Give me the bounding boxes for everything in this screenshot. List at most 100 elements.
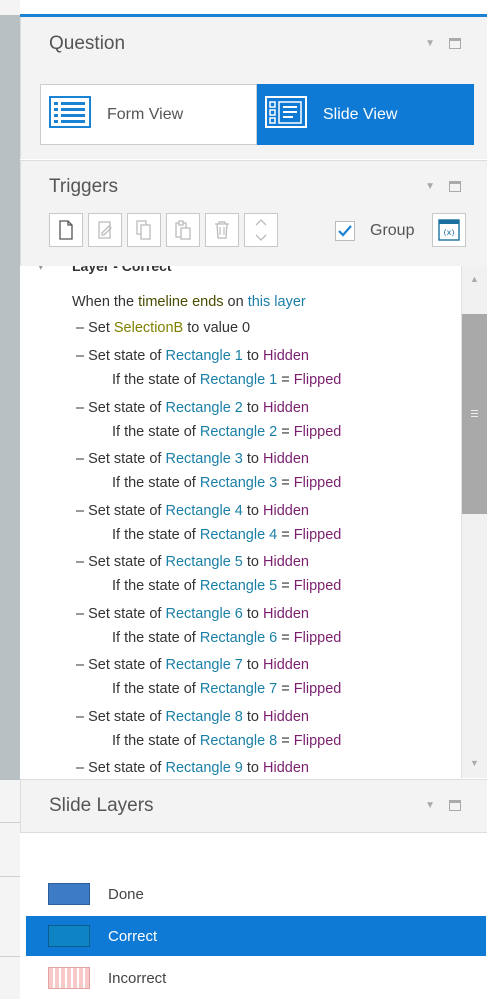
variables-button[interactable]: (x) <box>432 213 466 247</box>
paste-trigger-button[interactable] <box>166 213 200 247</box>
object-name: Rectangle 9 <box>165 760 243 776</box>
text: = <box>277 578 294 594</box>
text: – Set state of <box>76 657 166 673</box>
slide-view-label: Slide View <box>323 105 398 123</box>
move-up-icon[interactable] <box>254 218 268 226</box>
float-window-icon[interactable] <box>449 181 461 192</box>
layer-item-incorrect[interactable]: Incorrect <box>26 958 486 998</box>
text: – Set state of <box>76 709 166 725</box>
copy-icon <box>136 220 151 240</box>
state-name: Hidden <box>263 709 309 725</box>
text: – Set state of <box>76 554 166 570</box>
form-view-button[interactable]: Form View <box>40 84 257 145</box>
object-name: Rectangle 8 <box>165 709 243 725</box>
delete-trigger-button[interactable] <box>205 213 239 247</box>
form-view-label: Form View <box>107 105 184 123</box>
layer-item-done[interactable]: Done <box>26 874 486 914</box>
trigger-action-line[interactable]: – Set state of Rectangle 4 to Hidden <box>76 503 309 519</box>
object-name: Rectangle 2 <box>199 424 278 440</box>
text: = <box>277 372 294 388</box>
collapse-caret-icon[interactable]: ▼ <box>425 800 435 811</box>
object-name: Rectangle 7 <box>199 681 278 697</box>
trigger-condition-line[interactable]: If the state of Rectangle 7 = Flipped <box>112 681 341 697</box>
trigger-condition-line[interactable]: If the state of Rectangle 8 = Flipped <box>112 733 341 749</box>
group-checkbox[interactable] <box>335 221 355 241</box>
slide-layers-controls: ▼ <box>425 800 461 811</box>
text: to <box>242 503 264 519</box>
trigger-condition-line[interactable]: If the state of Rectangle 1 = Flipped <box>112 372 341 388</box>
trigger-action-line[interactable]: – Set state of Rectangle 3 to Hidden <box>76 451 309 467</box>
state-name: Flipped <box>293 475 342 491</box>
object-name: Rectangle 1 <box>199 372 278 388</box>
state-name: Hidden <box>263 451 309 467</box>
state-name: Flipped <box>293 578 342 594</box>
text: – Set state of <box>76 760 166 776</box>
text: If the state of <box>112 630 200 646</box>
trigger-action-line[interactable]: – Set SelectionB to value 0 <box>76 320 250 336</box>
slide-view-button[interactable]: Slide View <box>257 84 474 145</box>
text: on <box>223 294 248 310</box>
trigger-condition-line[interactable]: If the state of Rectangle 4 = Flipped <box>112 527 341 543</box>
object-name: Rectangle 7 <box>165 657 243 673</box>
triggers-panel-title: Triggers <box>49 176 118 197</box>
trigger-condition-line[interactable]: If the state of Rectangle 6 = Flipped <box>112 630 341 646</box>
collapse-caret-icon[interactable]: ▼ <box>425 181 435 192</box>
object-name: Rectangle 2 <box>165 400 243 416</box>
float-window-icon[interactable] <box>449 38 461 49</box>
new-trigger-button[interactable] <box>49 213 83 247</box>
state-name: Flipped <box>293 424 342 440</box>
trigger-list-scrollbar[interactable]: ▲ ▼ <box>461 266 487 778</box>
section-header: Layer - Correct <box>72 266 172 274</box>
trigger-condition-line[interactable]: If the state of Rectangle 5 = Flipped <box>112 578 341 594</box>
text: = <box>277 527 294 543</box>
trigger-action-line[interactable]: – Set state of Rectangle 9 to Hidden <box>76 760 309 776</box>
trigger-action-line[interactable]: – Set state of Rectangle 8 to Hidden <box>76 709 309 725</box>
trigger-condition-line[interactable]: If the state of Rectangle 2 = Flipped <box>112 424 341 440</box>
new-document-icon <box>59 220 73 240</box>
edit-trigger-button[interactable] <box>88 213 122 247</box>
text: – Set state of <box>76 606 166 622</box>
divider <box>0 956 20 957</box>
move-trigger-buttons[interactable] <box>244 213 278 247</box>
scroll-down-icon[interactable]: ▼ <box>470 758 479 768</box>
object-name: Rectangle 8 <box>199 733 278 749</box>
trigger-event-line[interactable]: When the timeline ends on this layer <box>72 294 306 310</box>
trigger-action-line[interactable]: – Set state of Rectangle 5 to Hidden <box>76 554 309 570</box>
trigger-action-line[interactable]: – Set state of Rectangle 7 to Hidden <box>76 657 309 673</box>
section-caret-icon[interactable]: ▾ <box>38 266 44 273</box>
text: to <box>242 709 264 725</box>
checkmark-icon <box>338 225 352 237</box>
question-panel-controls: ▼ <box>425 38 461 49</box>
state-name: Flipped <box>293 527 342 543</box>
text: If the state of <box>112 681 200 697</box>
trigger-condition-line[interactable]: If the state of Rectangle 3 = Flipped <box>112 475 341 491</box>
text: to <box>242 451 264 467</box>
trash-icon <box>215 221 229 239</box>
move-down-icon[interactable] <box>254 234 268 242</box>
event-name: timeline ends <box>138 294 224 310</box>
object-name: Rectangle 6 <box>165 606 243 622</box>
trigger-action-line[interactable]: – Set state of Rectangle 1 to Hidden <box>76 348 309 364</box>
scroll-up-icon[interactable]: ▲ <box>470 274 479 284</box>
float-window-icon[interactable] <box>449 800 461 811</box>
text: – Set state of <box>76 348 166 364</box>
copy-trigger-button[interactable] <box>127 213 161 247</box>
collapse-caret-icon[interactable]: ▼ <box>425 38 435 49</box>
group-label: Group <box>370 222 415 239</box>
layer-item-correct[interactable]: Correct <box>26 916 486 956</box>
divider <box>0 876 20 877</box>
object-name: Rectangle 1 <box>165 348 243 364</box>
trigger-action-line[interactable]: – Set state of Rectangle 2 to Hidden <box>76 400 309 416</box>
text: – Set <box>76 320 114 336</box>
text: – Set state of <box>76 400 166 416</box>
state-name: Hidden <box>263 657 309 673</box>
trigger-action-line[interactable]: – Set state of Rectangle 6 to Hidden <box>76 606 309 622</box>
object-name: Rectangle 4 <box>199 527 278 543</box>
scrollbar-thumb[interactable] <box>462 314 487 514</box>
question-panel-title: Question <box>49 33 126 54</box>
text: If the state of <box>112 372 200 388</box>
slide-layers-title: Slide Layers <box>49 795 154 816</box>
text: – Set state of <box>76 503 166 519</box>
layer-thumbnail <box>48 967 90 989</box>
text: to <box>242 348 264 364</box>
